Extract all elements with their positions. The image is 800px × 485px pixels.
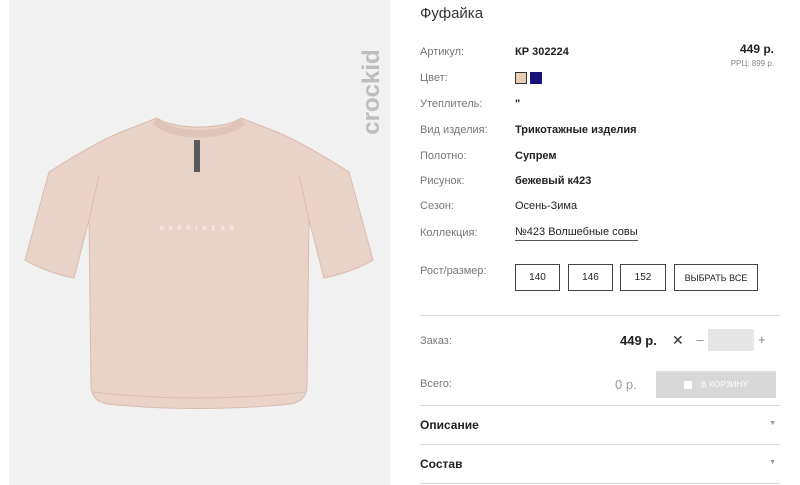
price: 449 р. [739,42,774,56]
size-label: Рост/размер: [420,265,487,277]
select-all-sizes-button[interactable]: ВЫБРАТЬ ВСЕ [674,264,758,291]
increment-button[interactable]: + [758,332,766,347]
product-photo[interactable]: HAPPINESS crockid [9,0,390,485]
size-option-146[interactable]: 146 [568,264,613,291]
add-to-cart-label: В КОРЗИНУ [701,380,748,389]
size-option-140[interactable]: 140 [515,264,560,291]
color-swatches [515,72,545,85]
order-price: 449 р. [620,333,657,348]
brand-logo: crockid [358,49,385,135]
collection-link[interactable]: №423 Волшебные совы [515,226,638,241]
size-option-152[interactable]: 152 [620,264,666,291]
divider [420,405,780,406]
chevron-down-icon: ▼ [769,420,776,427]
times-icon: ✕ [672,332,684,348]
add-to-cart-button[interactable]: В КОРЗИНУ [656,371,776,398]
product-info: Фуфайка 449 р. РРЦ: 899 р. Артикул: КР 3… [420,0,780,485]
divider [420,444,780,445]
tshirt-image [24,117,374,409]
accordion-description[interactable]: Описание ▼ [420,418,780,432]
rrc-price: РРЦ: 899 р. [730,59,774,68]
divider [420,483,780,484]
divider [420,315,780,316]
product-title: Фуфайка [420,5,484,22]
cart-icon [684,380,693,389]
total-value: 0 р. [615,377,637,392]
decrement-button[interactable]: – [693,332,707,347]
order-label: Заказ: [420,335,452,347]
accordion-composition[interactable]: Состав ▼ [420,457,780,471]
quantity-input[interactable] [708,329,754,351]
total-label: Всего: [420,378,452,390]
color-swatch-beige[interactable] [515,72,527,85]
shirt-print: HAPPINESS [159,226,239,232]
chevron-down-icon: ▼ [769,459,776,466]
color-swatch-navy[interactable] [530,72,542,85]
